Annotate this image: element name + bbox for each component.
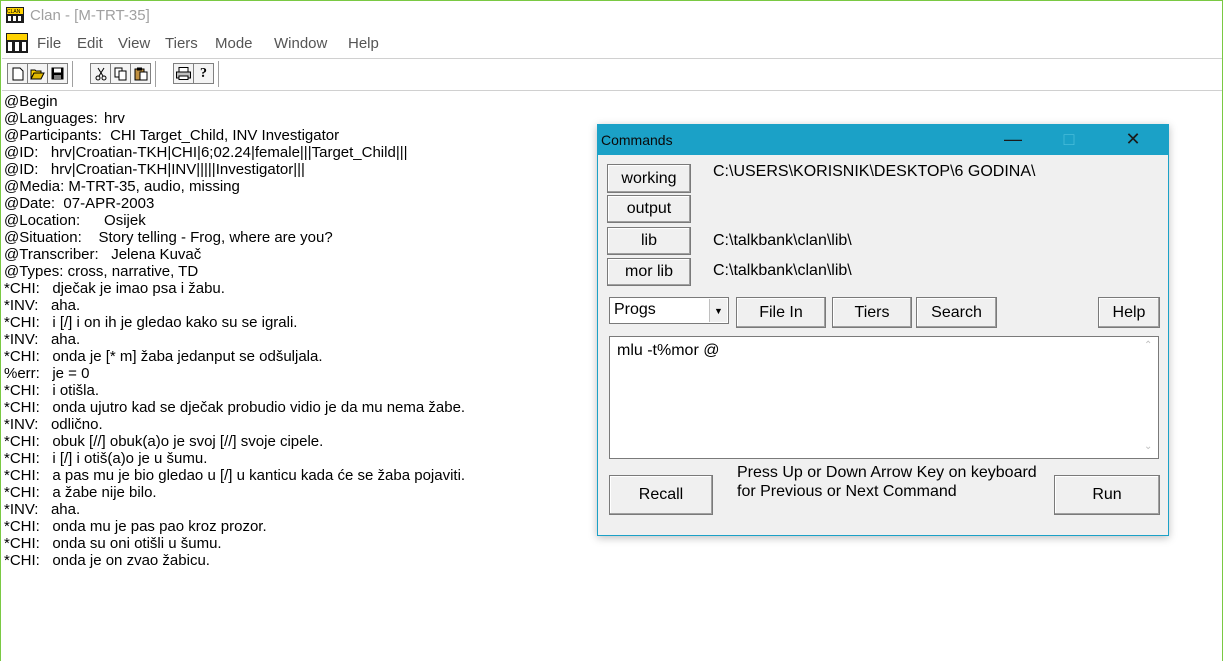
working-button[interactable]: working [607, 164, 691, 193]
clan-app-icon: CLAN [6, 7, 24, 23]
menu-edit[interactable]: Edit [77, 35, 103, 52]
transcript-line: *CHI: onda je [* m] žaba jedanput se odš… [4, 348, 323, 365]
menu-bar: File Edit View Tiers Mode Window Help [2, 31, 1222, 57]
menu-help[interactable]: Help [348, 35, 379, 52]
transcript-line: *INV: aha. [4, 501, 81, 518]
close-icon[interactable]: ✕ [1118, 127, 1148, 151]
command-text: mlu -t%mor @ [617, 342, 720, 359]
transcript-line: *INV: aha. [4, 331, 81, 348]
transcript-line: *CHI: obuk [//] obuk(a)o je svoj [//] sv… [4, 433, 324, 450]
paste-icon[interactable] [130, 63, 151, 84]
command-input[interactable]: mlu -t%mor @ ⌃ ⌄ [609, 336, 1159, 459]
save-icon[interactable] [47, 63, 68, 84]
toolbar-separator [155, 61, 156, 87]
commands-dialog: Commands — □ ✕ working C:\USERS\KORISNIK… [597, 124, 1169, 536]
transcript-line: *CHI: i otišla. [4, 382, 100, 399]
command-scrollbar[interactable]: ⌃ ⌄ [1141, 337, 1158, 458]
maximize-icon[interactable]: □ [1054, 127, 1084, 151]
transcript-line: *CHI: onda su oni otišli u šumu. [4, 535, 222, 552]
window-title: Clan - [M-TRT-35] [30, 7, 150, 24]
toolbar: ? [2, 58, 1222, 91]
menu-window[interactable]: Window [274, 35, 327, 52]
transcript-line: @Situation: Story telling - Frog, where … [4, 229, 333, 246]
mor-lib-button[interactable]: mor lib [607, 258, 691, 286]
transcript-line: %err: je = 0 [4, 365, 90, 382]
commands-title: Commands [601, 132, 673, 148]
recall-hint: Press Up or Down Arrow Key on keyboard f… [737, 464, 1037, 500]
transcript-line: @ID: hrv|Croatian-TKH|CHI|6;02.24|female… [4, 144, 408, 161]
working-path: C:\USERS\KORISNIK\DESKTOP\6 GODINA\ [713, 163, 1036, 180]
title-bar: CLAN Clan - [M-TRT-35] [2, 2, 1222, 30]
transcript-line: @Participants: CHI Target_Child, INV Inv… [4, 127, 340, 144]
file-in-button[interactable]: File In [736, 297, 826, 328]
cut-icon[interactable] [90, 63, 111, 84]
transcript-line: @Transcriber: Jelena Kuvač [4, 246, 202, 263]
copy-icon[interactable] [110, 63, 131, 84]
commands-title-bar[interactable]: Commands — □ ✕ [598, 125, 1168, 155]
help-icon[interactable]: ? [193, 63, 214, 84]
tiers-button[interactable]: Tiers [832, 297, 912, 328]
chevron-down-icon[interactable]: ▼ [709, 299, 727, 322]
help-button[interactable]: Help [1098, 297, 1160, 328]
menu-file[interactable]: File [37, 35, 61, 52]
transcript-line: @ID: hrv|Croatian-TKH|INV|||||Investigat… [4, 161, 305, 178]
transcript-line: *CHI: a pas mu je bio gledao u [/] u kan… [4, 467, 466, 484]
open-icon[interactable] [27, 63, 48, 84]
transcript-line: *CHI: i [/] i otiš(a)o je u šumu. [4, 450, 208, 467]
transcript-line: *CHI: i [/] i on ih je gledao kako su se… [4, 314, 298, 331]
transcript-line: @Begin [4, 93, 58, 110]
transcript-line: *CHI: dječak je imao psa i žabu. [4, 280, 225, 297]
transcript-line: *INV: aha. [4, 297, 81, 314]
transcript-line: *CHI: onda ujutro kad se dječak probudio… [4, 399, 466, 416]
transcript-line: *CHI: a žabe nije bilo. [4, 484, 157, 501]
toolbar-separator [218, 61, 219, 87]
svg-text:CLAN: CLAN [7, 9, 21, 15]
scroll-down-icon[interactable]: ⌄ [1144, 441, 1152, 452]
toolbar-separator [72, 61, 73, 87]
transcript-line: *CHI: onda mu je pas pao kroz prozor. [4, 518, 267, 535]
progs-select-value: Progs [614, 301, 656, 318]
search-button[interactable]: Search [916, 297, 997, 328]
new-icon[interactable] [7, 63, 28, 84]
lib-path: C:\talkbank\clan\lib\ [713, 232, 852, 249]
recall-button[interactable]: Recall [609, 475, 713, 515]
transcript-line: @Location: Osijek [4, 212, 146, 229]
document-icon[interactable] [6, 33, 28, 53]
transcript-line: @Types: cross, narrative, TD [4, 263, 199, 280]
transcript-line: *CHI: onda je on zvao žabicu. [4, 552, 210, 569]
print-icon[interactable] [173, 63, 194, 84]
menu-view[interactable]: View [118, 35, 150, 52]
transcript-line: @Date: 07-APR-2003 [4, 195, 155, 212]
menu-tiers[interactable]: Tiers [165, 35, 198, 52]
transcript-line: @Media: M-TRT-35, audio, missing [4, 178, 240, 195]
mor-lib-path: C:\talkbank\clan\lib\ [713, 262, 852, 279]
scroll-up-icon[interactable]: ⌃ [1144, 340, 1152, 351]
progs-select[interactable]: Progs ▼ [609, 297, 729, 324]
lib-button[interactable]: lib [607, 227, 691, 255]
output-button[interactable]: output [607, 195, 691, 223]
minimize-icon[interactable]: — [998, 127, 1028, 151]
menu-mode[interactable]: Mode [215, 35, 253, 52]
transcript-line: *INV: odlično. [4, 416, 103, 433]
transcript-line: @Languages: hrv [4, 110, 125, 127]
run-button[interactable]: Run [1054, 475, 1160, 515]
